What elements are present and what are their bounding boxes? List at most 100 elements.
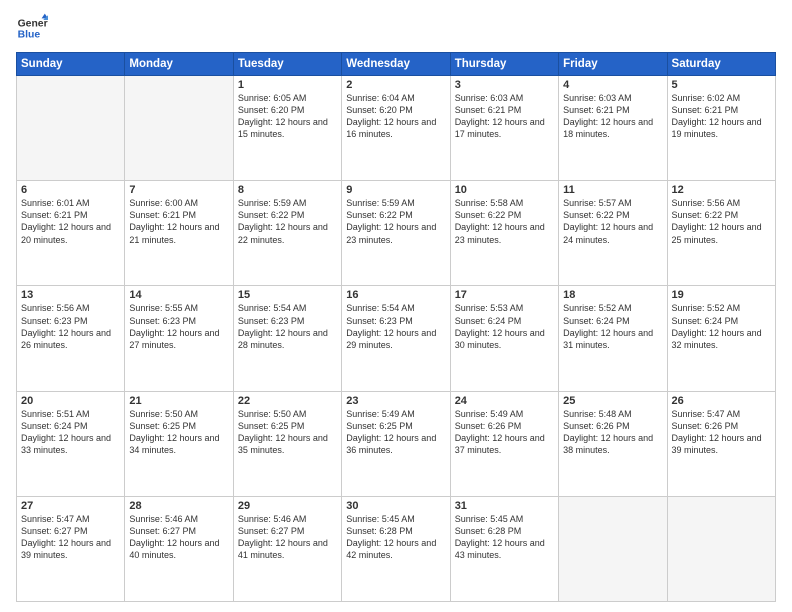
day-info: Sunrise: 5:57 AMSunset: 6:22 PMDaylight:… [563,197,662,246]
day-number: 26 [672,395,771,407]
day-number: 6 [21,184,120,196]
day-number: 22 [238,395,337,407]
day-info: Sunrise: 5:49 AMSunset: 6:26 PMDaylight:… [455,408,554,457]
day-number: 1 [238,79,337,91]
col-header-thursday: Thursday [450,53,558,76]
day-info: Sunrise: 5:56 AMSunset: 6:22 PMDaylight:… [672,197,771,246]
day-info: Sunrise: 5:45 AMSunset: 6:28 PMDaylight:… [455,513,554,562]
calendar-cell: 5Sunrise: 6:02 AMSunset: 6:21 PMDaylight… [667,76,775,181]
day-info: Sunrise: 6:01 AMSunset: 6:21 PMDaylight:… [21,197,120,246]
logo: General Blue [16,12,48,44]
day-info: Sunrise: 6:02 AMSunset: 6:21 PMDaylight:… [672,92,771,141]
svg-text:General: General [18,18,48,29]
day-number: 9 [346,184,445,196]
day-info: Sunrise: 5:59 AMSunset: 6:22 PMDaylight:… [346,197,445,246]
day-info: Sunrise: 6:04 AMSunset: 6:20 PMDaylight:… [346,92,445,141]
col-header-sunday: Sunday [17,53,125,76]
day-number: 8 [238,184,337,196]
week-row-3: 20Sunrise: 5:51 AMSunset: 6:24 PMDayligh… [17,391,776,496]
day-number: 20 [21,395,120,407]
col-header-friday: Friday [559,53,667,76]
day-info: Sunrise: 5:52 AMSunset: 6:24 PMDaylight:… [672,302,771,351]
day-info: Sunrise: 5:55 AMSunset: 6:23 PMDaylight:… [129,302,228,351]
day-info: Sunrise: 6:05 AMSunset: 6:20 PMDaylight:… [238,92,337,141]
day-number: 18 [563,289,662,301]
calendar-cell: 7Sunrise: 6:00 AMSunset: 6:21 PMDaylight… [125,181,233,286]
day-info: Sunrise: 5:58 AMSunset: 6:22 PMDaylight:… [455,197,554,246]
day-number: 27 [21,500,120,512]
day-number: 24 [455,395,554,407]
day-number: 16 [346,289,445,301]
day-number: 5 [672,79,771,91]
day-info: Sunrise: 5:45 AMSunset: 6:28 PMDaylight:… [346,513,445,562]
calendar-cell: 6Sunrise: 6:01 AMSunset: 6:21 PMDaylight… [17,181,125,286]
day-number: 12 [672,184,771,196]
day-number: 30 [346,500,445,512]
calendar-cell: 14Sunrise: 5:55 AMSunset: 6:23 PMDayligh… [125,286,233,391]
calendar-cell: 20Sunrise: 5:51 AMSunset: 6:24 PMDayligh… [17,391,125,496]
day-info: Sunrise: 5:49 AMSunset: 6:25 PMDaylight:… [346,408,445,457]
calendar-cell: 31Sunrise: 5:45 AMSunset: 6:28 PMDayligh… [450,496,558,601]
day-number: 14 [129,289,228,301]
week-row-2: 13Sunrise: 5:56 AMSunset: 6:23 PMDayligh… [17,286,776,391]
calendar-cell: 16Sunrise: 5:54 AMSunset: 6:23 PMDayligh… [342,286,450,391]
day-number: 21 [129,395,228,407]
calendar-cell [125,76,233,181]
calendar-cell: 23Sunrise: 5:49 AMSunset: 6:25 PMDayligh… [342,391,450,496]
day-number: 31 [455,500,554,512]
calendar-cell: 19Sunrise: 5:52 AMSunset: 6:24 PMDayligh… [667,286,775,391]
day-info: Sunrise: 5:54 AMSunset: 6:23 PMDaylight:… [238,302,337,351]
calendar-cell: 13Sunrise: 5:56 AMSunset: 6:23 PMDayligh… [17,286,125,391]
day-info: Sunrise: 6:03 AMSunset: 6:21 PMDaylight:… [563,92,662,141]
day-info: Sunrise: 5:53 AMSunset: 6:24 PMDaylight:… [455,302,554,351]
calendar-cell: 27Sunrise: 5:47 AMSunset: 6:27 PMDayligh… [17,496,125,601]
calendar-cell: 3Sunrise: 6:03 AMSunset: 6:21 PMDaylight… [450,76,558,181]
day-info: Sunrise: 5:47 AMSunset: 6:26 PMDaylight:… [672,408,771,457]
calendar-cell: 22Sunrise: 5:50 AMSunset: 6:25 PMDayligh… [233,391,341,496]
calendar-cell: 26Sunrise: 5:47 AMSunset: 6:26 PMDayligh… [667,391,775,496]
day-info: Sunrise: 5:54 AMSunset: 6:23 PMDaylight:… [346,302,445,351]
day-info: Sunrise: 5:51 AMSunset: 6:24 PMDaylight:… [21,408,120,457]
day-number: 4 [563,79,662,91]
calendar-cell: 8Sunrise: 5:59 AMSunset: 6:22 PMDaylight… [233,181,341,286]
calendar-cell: 18Sunrise: 5:52 AMSunset: 6:24 PMDayligh… [559,286,667,391]
day-info: Sunrise: 5:50 AMSunset: 6:25 PMDaylight:… [129,408,228,457]
calendar-cell: 11Sunrise: 5:57 AMSunset: 6:22 PMDayligh… [559,181,667,286]
col-header-saturday: Saturday [667,53,775,76]
calendar-cell: 15Sunrise: 5:54 AMSunset: 6:23 PMDayligh… [233,286,341,391]
day-number: 23 [346,395,445,407]
calendar-cell: 29Sunrise: 5:46 AMSunset: 6:27 PMDayligh… [233,496,341,601]
calendar-cell: 17Sunrise: 5:53 AMSunset: 6:24 PMDayligh… [450,286,558,391]
week-row-4: 27Sunrise: 5:47 AMSunset: 6:27 PMDayligh… [17,496,776,601]
calendar-cell [667,496,775,601]
calendar-cell: 4Sunrise: 6:03 AMSunset: 6:21 PMDaylight… [559,76,667,181]
calendar-cell: 21Sunrise: 5:50 AMSunset: 6:25 PMDayligh… [125,391,233,496]
day-number: 17 [455,289,554,301]
calendar-cell: 30Sunrise: 5:45 AMSunset: 6:28 PMDayligh… [342,496,450,601]
calendar-cell: 28Sunrise: 5:46 AMSunset: 6:27 PMDayligh… [125,496,233,601]
logo-icon: General Blue [16,12,48,44]
day-info: Sunrise: 5:56 AMSunset: 6:23 PMDaylight:… [21,302,120,351]
calendar-cell: 10Sunrise: 5:58 AMSunset: 6:22 PMDayligh… [450,181,558,286]
calendar-cell: 25Sunrise: 5:48 AMSunset: 6:26 PMDayligh… [559,391,667,496]
day-info: Sunrise: 5:52 AMSunset: 6:24 PMDaylight:… [563,302,662,351]
col-header-tuesday: Tuesday [233,53,341,76]
day-number: 13 [21,289,120,301]
calendar-cell: 2Sunrise: 6:04 AMSunset: 6:20 PMDaylight… [342,76,450,181]
day-number: 3 [455,79,554,91]
calendar-cell: 24Sunrise: 5:49 AMSunset: 6:26 PMDayligh… [450,391,558,496]
calendar-table: SundayMondayTuesdayWednesdayThursdayFrid… [16,52,776,602]
day-number: 29 [238,500,337,512]
calendar-cell: 12Sunrise: 5:56 AMSunset: 6:22 PMDayligh… [667,181,775,286]
week-row-0: 1Sunrise: 6:05 AMSunset: 6:20 PMDaylight… [17,76,776,181]
day-info: Sunrise: 5:50 AMSunset: 6:25 PMDaylight:… [238,408,337,457]
day-number: 19 [672,289,771,301]
day-number: 11 [563,184,662,196]
calendar-cell [559,496,667,601]
calendar-cell: 1Sunrise: 6:05 AMSunset: 6:20 PMDaylight… [233,76,341,181]
col-header-monday: Monday [125,53,233,76]
day-info: Sunrise: 5:46 AMSunset: 6:27 PMDaylight:… [129,513,228,562]
day-info: Sunrise: 6:00 AMSunset: 6:21 PMDaylight:… [129,197,228,246]
calendar-cell [17,76,125,181]
header: General Blue [16,12,776,44]
